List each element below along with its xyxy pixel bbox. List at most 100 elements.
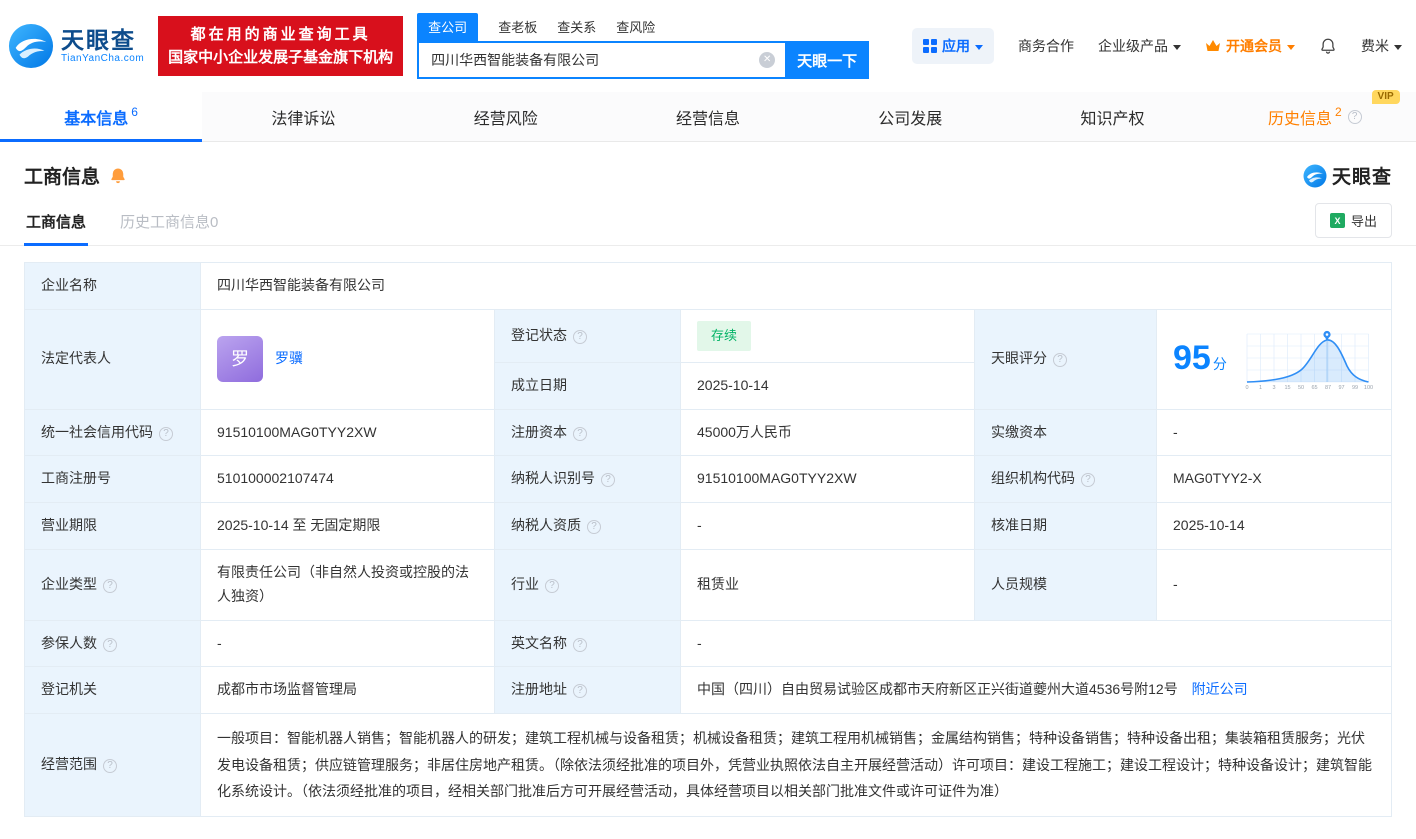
score-number: 95 <box>1173 339 1211 377</box>
svg-text:3: 3 <box>1272 385 1275 390</box>
help-icon[interactable] <box>103 759 117 773</box>
legal-rep-link[interactable]: 罗骥 <box>275 347 303 371</box>
nav-user[interactable]: 费米 <box>1361 36 1402 56</box>
tianyancha-logo-icon <box>1303 164 1327 188</box>
field-value-taxpayer-id: 91510100MAG0TYY2XW <box>681 456 975 503</box>
nav-apps[interactable]: 应用 <box>912 28 994 64</box>
svg-text:99: 99 <box>1352 385 1358 390</box>
header: 天眼查 TianYanCha.com 都在用的商业查询工具 国家中小企业发展子基… <box>0 0 1416 92</box>
help-icon[interactable] <box>159 427 173 441</box>
chevron-down-icon <box>975 45 983 50</box>
help-icon[interactable] <box>573 330 587 344</box>
tab-history-info[interactable]: 历史信息2 VIP <box>1214 92 1416 141</box>
field-value-reg-status: 存续 <box>681 309 975 362</box>
crown-icon <box>1205 39 1221 53</box>
page-title: 工商信息 <box>24 162 100 189</box>
field-value-reg-authority: 成都市市场监督管理局 <box>201 667 495 714</box>
help-icon[interactable] <box>573 638 587 652</box>
notification-bell[interactable] <box>1319 37 1337 55</box>
slogan-line2: 国家中小企业发展子基金旗下机构 <box>168 46 393 69</box>
subscribe-bell-icon[interactable] <box>109 167 127 185</box>
search-tab-risk[interactable]: 查风险 <box>616 13 655 41</box>
field-label-business-scope: 经营范围 <box>25 714 201 817</box>
tab-operating-info[interactable]: 经营信息 <box>607 92 809 141</box>
svg-text:87: 87 <box>1325 385 1331 390</box>
field-label-company-type: 企业类型 <box>25 550 201 621</box>
tab-company-development[interactable]: 公司发展 <box>809 92 1011 141</box>
sub-tabs: 工商信息 历史工商信息0 X 导出 <box>0 203 1416 246</box>
field-value-industry: 租赁业 <box>681 550 975 621</box>
grid-icon <box>923 39 937 53</box>
help-icon[interactable] <box>1081 473 1095 487</box>
table-row: 经营范围 一般项目：智能机器人销售；智能机器人的研发；建筑工程机械与设备租赁；机… <box>25 714 1392 817</box>
field-label-industry: 行业 <box>495 550 681 621</box>
table-row: 参保人数 - 英文名称 - <box>25 620 1392 667</box>
tab-intellectual-property[interactable]: 知识产权 <box>1011 92 1213 141</box>
search-button[interactable]: 天眼一下 <box>785 41 869 79</box>
chevron-down-icon <box>1394 45 1402 50</box>
export-button[interactable]: X 导出 <box>1315 203 1392 238</box>
field-value-legal-rep: 罗 罗骥 <box>201 309 495 409</box>
nav-open-vip[interactable]: 开通会员 <box>1205 36 1295 56</box>
field-value-credit-code: 91510100MAG0TYY2XW <box>201 409 495 456</box>
search-input[interactable] <box>417 41 785 79</box>
tab-count: 6 <box>131 105 138 119</box>
field-value-business-scope: 一般项目：智能机器人销售；智能机器人的研发；建筑工程机械与设备租赁；机械设备租赁… <box>201 714 1392 817</box>
slogan-banner: 都在用的商业查询工具 国家中小企业发展子基金旗下机构 <box>158 16 403 77</box>
help-icon[interactable] <box>573 427 587 441</box>
table-row: 法定代表人 罗 罗骥 登记状态 存续 天眼评分 95分 <box>25 309 1392 362</box>
field-value-company-name: 四川华西智能装备有限公司 <box>201 263 1392 310</box>
tianyancha-logo[interactable]: 天眼查 TianYanCha.com <box>8 23 144 69</box>
field-label-org-code: 组织机构代码 <box>975 456 1157 503</box>
field-label-reg-status: 登记状态 <box>495 309 681 362</box>
nearby-companies-link[interactable]: 附近公司 <box>1192 681 1248 697</box>
brand-domain: TianYanCha.com <box>61 53 144 64</box>
help-icon[interactable] <box>103 638 117 652</box>
help-icon[interactable] <box>601 473 615 487</box>
field-label-score: 天眼评分 <box>975 309 1157 409</box>
slogan-line1: 都在用的商业查询工具 <box>168 23 393 46</box>
field-label-legal-rep: 法定代表人 <box>25 309 201 409</box>
table-row: 登记机关 成都市市场监督管理局 注册地址 中国（四川）自由贸易试验区成都市天府新… <box>25 667 1392 714</box>
field-value-score: 95分 <box>1157 309 1392 409</box>
field-value-taxpayer-quality: - <box>681 503 975 550</box>
help-icon[interactable] <box>103 579 117 593</box>
search-tab-company[interactable]: 查公司 <box>417 13 478 41</box>
search-area: 查公司 查老板 查关系 查风险 天眼一下 <box>417 13 869 79</box>
help-icon[interactable] <box>1053 353 1067 367</box>
tab-legal-proceedings[interactable]: 法律诉讼 <box>202 92 404 141</box>
table-row: 营业期限 2025-10-14 至 无固定期限 纳税人资质 - 核准日期 202… <box>25 503 1392 550</box>
help-icon[interactable] <box>545 579 559 593</box>
search-tab-boss[interactable]: 查老板 <box>498 13 537 41</box>
field-label-staff-size: 人员规模 <box>975 550 1157 621</box>
field-value-paid-capital: - <box>1157 409 1392 456</box>
field-label-address: 注册地址 <box>495 667 681 714</box>
tab-operating-risk[interactable]: 经营风险 <box>405 92 607 141</box>
svg-text:97: 97 <box>1338 385 1344 390</box>
field-value-org-code: MAG0TYY2-X <box>1157 456 1392 503</box>
table-row: 企业名称 四川华西智能装备有限公司 <box>25 263 1392 310</box>
field-label-english-name: 英文名称 <box>495 620 681 667</box>
help-icon[interactable] <box>587 520 601 534</box>
table-row: 工商注册号 510100002107474 纳税人识别号 91510100MAG… <box>25 456 1392 503</box>
field-label-establish-date: 成立日期 <box>495 362 681 409</box>
table-row: 统一社会信用代码 91510100MAG0TYY2XW 注册资本 45000万人… <box>25 409 1392 456</box>
field-label-reg-authority: 登记机关 <box>25 667 201 714</box>
help-icon[interactable] <box>573 684 587 698</box>
nav-enterprise-products[interactable]: 企业级产品 <box>1098 36 1181 56</box>
excel-icon: X <box>1330 213 1345 228</box>
field-value-company-type: 有限责任公司（非自然人投资或控股的法人独资） <box>201 550 495 621</box>
status-badge: 存续 <box>697 321 751 351</box>
search-tab-relation[interactable]: 查关系 <box>557 13 596 41</box>
subtab-history-business-info[interactable]: 历史工商信息0 <box>118 203 220 245</box>
subtab-business-info[interactable]: 工商信息 <box>24 203 88 245</box>
avatar[interactable]: 罗 <box>217 336 263 382</box>
help-icon[interactable] <box>1348 110 1362 124</box>
tab-count: 2 <box>1335 105 1342 119</box>
field-value-address: 中国（四川）自由贸易试验区成都市天府新区正兴街道夔州大道4536号附12号 附近… <box>681 667 1392 714</box>
field-label-reg-capital: 注册资本 <box>495 409 681 456</box>
field-label-company-name: 企业名称 <box>25 263 201 310</box>
nav-cooperation[interactable]: 商务合作 <box>1018 36 1074 56</box>
field-label-approve-date: 核准日期 <box>975 503 1157 550</box>
tab-basic-info[interactable]: 基本信息6 <box>0 92 202 141</box>
